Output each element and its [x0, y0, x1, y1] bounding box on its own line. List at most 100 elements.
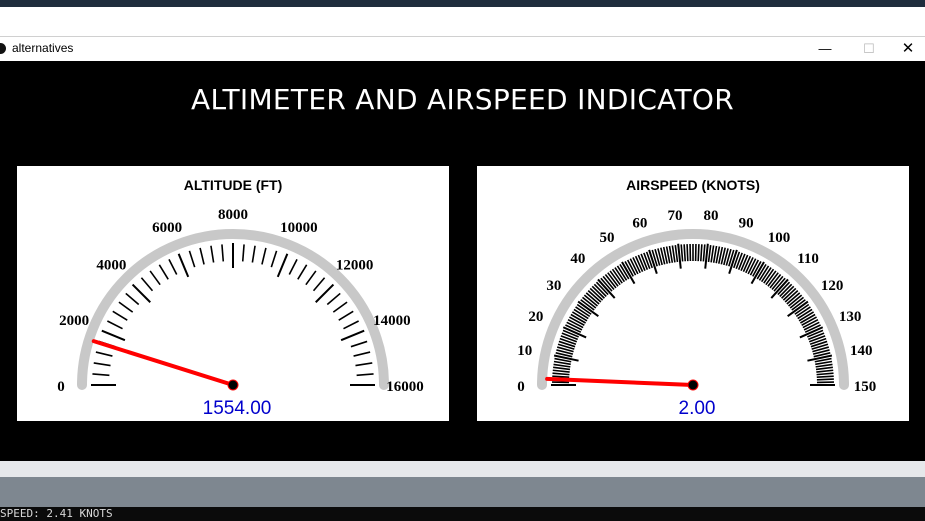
background-window-lower: [0, 461, 925, 507]
altimeter-major-tick: [131, 283, 151, 303]
altimeter-title: ALTITUDE (FT): [184, 177, 283, 193]
minimize-button[interactable]: —: [803, 37, 847, 61]
airspeed-tick-label: 50: [600, 230, 615, 246]
airspeed-minor-tick: [815, 366, 833, 371]
background-window: [0, 7, 925, 36]
altimeter-major-tick: [177, 253, 190, 278]
airspeed-minor-tick: [816, 378, 834, 381]
altimeter-gauge: ALTITUDE (FT) 0 2000 4000 6000 8000 10000 12000…: [57, 177, 424, 419]
airspeed-minor-tick: [683, 244, 687, 262]
altimeter-minor-tick: [297, 264, 308, 280]
airspeed-minor-tick: [552, 372, 570, 376]
airspeed-tick-label: 90: [739, 215, 754, 231]
app-window: alternatives — ☐ ✕ ALTIMETER AND AIRSPEE…: [0, 36, 925, 462]
altimeter-major-tick: [340, 329, 365, 342]
airspeed-tick-label: 110: [797, 251, 819, 267]
altimeter-tick-label: 10000: [280, 220, 318, 236]
altimeter-readout: 1554.00: [203, 398, 272, 419]
altimeter-tick-label: 8000: [218, 207, 248, 223]
airspeed-minor-tick: [707, 245, 712, 263]
sketch-canvas: ALTIMETER AND AIRSPEED INDICATOR ALTITUD…: [0, 61, 925, 462]
altimeter-minor-tick: [356, 373, 374, 377]
airspeed-minor-tick: [674, 245, 679, 263]
airspeed-minor-tick: [697, 244, 700, 262]
airspeed-minor-tick: [816, 372, 834, 376]
altimeter-panel: ALTITUDE (FT) 0 2000 4000 6000 8000 10000 12000…: [17, 166, 449, 421]
altimeter-minor-tick: [332, 301, 348, 313]
airspeed-minor-tick: [552, 369, 570, 373]
airspeed-panel: AIRSPEED (KNOTS) 0 10 20 30 40 50 60 70 80 90 100 11…: [477, 166, 909, 421]
altimeter-minor-tick: [188, 250, 196, 268]
altimeter-minor-tick: [125, 292, 140, 306]
window-title: alternatives: [12, 41, 74, 55]
altimeter-major-tick: [101, 329, 126, 342]
airspeed-minor-tick: [699, 244, 703, 262]
altimeter-tick-label: 2000: [59, 313, 89, 329]
airspeed-minor-tick: [710, 245, 715, 263]
altimeter-minor-tick: [288, 259, 298, 275]
app-icon: [0, 43, 6, 54]
airspeed-title: AIRSPEED (KNOTS): [626, 177, 760, 193]
altimeter-minor-tick: [326, 292, 341, 306]
airspeed-minor-tick: [686, 244, 689, 262]
airspeed-minor-tick: [671, 245, 676, 263]
altimeter-minor-tick: [338, 310, 354, 321]
altimeter-tick-label: 4000: [96, 257, 126, 273]
airspeed-major-tick: [677, 243, 682, 269]
airspeed-tick-label: 0: [517, 379, 525, 395]
altimeter-minor-tick: [149, 270, 161, 286]
airspeed-tick-label: 70: [668, 208, 683, 224]
altimeter-needle-hub: [227, 379, 239, 391]
airspeed-needle-hub: [687, 379, 699, 391]
altimeter-minor-tick: [261, 247, 267, 265]
altimeter-minor-tick: [107, 320, 123, 330]
airspeed-minor-tick: [680, 244, 684, 262]
altimeter-minor-tick: [118, 301, 134, 313]
airspeed-tick-label: 130: [839, 309, 862, 325]
airspeed-minor-tick: [816, 375, 834, 379]
altimeter-minor-tick: [199, 247, 205, 265]
airspeed-minor-tick: [809, 337, 827, 345]
console-output: SPEED: 2.41 KNOTS: [0, 507, 925, 521]
altimeter-minor-tick: [353, 351, 371, 357]
altimeter-tick-label: 12000: [336, 257, 374, 273]
altimeter-minor-tick: [112, 310, 128, 321]
airspeed-minor-tick: [559, 337, 577, 345]
altimeter-major-tick: [276, 253, 289, 278]
title-bar[interactable]: alternatives — ☐ ✕: [0, 37, 925, 61]
altimeter-minor-tick: [305, 270, 317, 286]
altimeter-minor-tick: [95, 351, 113, 357]
airspeed-tick-label: 100: [768, 230, 791, 246]
altimeter-tick-label: 0: [57, 379, 65, 395]
airspeed-tick-label: 30: [546, 278, 561, 294]
background-window-strip: [0, 461, 925, 477]
altimeter-needle: [91, 339, 235, 387]
airspeed-minor-tick: [816, 369, 834, 373]
airspeed-tick-label: 150: [854, 379, 877, 395]
altimeter-minor-tick: [168, 259, 178, 275]
airspeed-minor-tick: [553, 363, 571, 368]
close-button[interactable]: ✕: [891, 37, 925, 61]
airspeed-minor-tick: [552, 375, 570, 379]
altimeter-major-tick: [315, 283, 335, 303]
console-text: SPEED: 2.41 KNOTS: [0, 507, 113, 520]
altimeter-minor-tick: [350, 340, 368, 348]
taskbar-strip: [0, 0, 925, 7]
airspeed-tick-label: 20: [528, 309, 543, 325]
airspeed-major-tick: [704, 243, 709, 269]
airspeed-minor-tick: [702, 244, 706, 262]
altimeter-minor-tick: [312, 277, 326, 292]
altimeter-minor-tick: [140, 277, 154, 292]
altimeter-minor-tick: [251, 245, 256, 263]
airspeed-minor-tick: [815, 363, 833, 368]
altimeter-minor-tick: [158, 264, 169, 280]
airspeed-tick-label: 60: [632, 215, 647, 231]
altimeter-minor-tick: [343, 320, 359, 330]
altimeter-tick-label: 6000: [152, 220, 182, 236]
altimeter-tick-label: 14000: [373, 313, 411, 329]
maximize-button[interactable]: ☐: [847, 37, 891, 61]
altimeter-tick-label: 16000: [386, 379, 424, 395]
airspeed-tick-label: 40: [570, 251, 585, 267]
altimeter-minor-tick: [241, 244, 245, 262]
altimeter-minor-tick: [92, 373, 110, 377]
